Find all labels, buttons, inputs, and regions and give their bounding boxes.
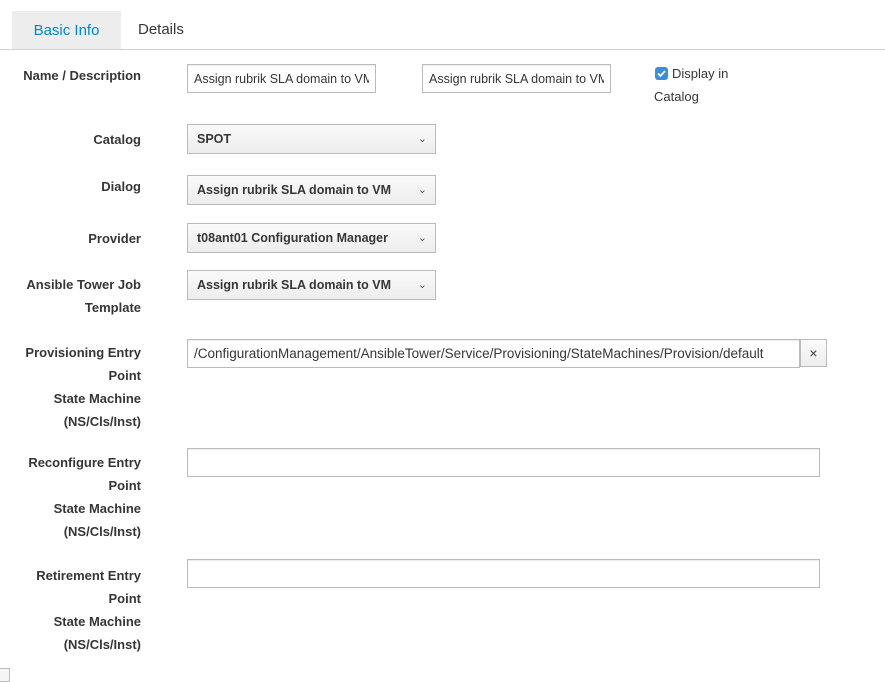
provider-select-value: t08ant01 Configuration Manager (197, 231, 388, 245)
provisioning-entry-label-line: (NS/Cls/Inst) (63, 414, 141, 429)
provider-label: Provider (88, 231, 141, 246)
retirement-entry-label-line: State Machine (53, 614, 141, 629)
job-template-label-line2: Template (84, 300, 141, 315)
retirement-entry-label-line: Point (108, 591, 142, 606)
catalog-select[interactable]: SPOT ⌄ (187, 124, 436, 154)
tab-bar: Basic Info Details (0, 11, 885, 50)
reconfigure-entry-input[interactable] (187, 448, 820, 477)
provisioning-entry-label-line: State Machine (53, 391, 141, 406)
display-in-catalog-label-line2: Catalog (654, 89, 699, 104)
chevron-down-icon: ⌄ (417, 279, 427, 291)
dialog-select-value: Assign rubrik SLA domain to VM (197, 183, 391, 197)
retirement-entry-label-line: Retirement Entry (36, 568, 141, 583)
scroll-corner (0, 668, 10, 682)
display-in-catalog-checkbox[interactable] (655, 67, 668, 80)
catalog-select-value: SPOT (197, 132, 232, 146)
checkmark-icon (657, 70, 666, 78)
name-input[interactable] (187, 64, 376, 93)
reconfigure-entry-label-line: Point (108, 478, 142, 493)
display-in-catalog-label-line1: Display in (672, 66, 729, 81)
job-template-select-value: Assign rubrik SLA domain to VM (197, 278, 391, 292)
tab-basic-info[interactable]: Basic Info (12, 11, 121, 49)
provisioning-entry-label-line: Point (108, 368, 142, 383)
chevron-down-icon: ⌄ (417, 184, 427, 196)
reconfigure-entry-label-line: Reconfigure Entry (28, 455, 141, 470)
dialog-label: Dialog (101, 179, 141, 194)
reconfigure-entry-label-line: State Machine (53, 501, 141, 516)
chevron-down-icon: ⌄ (417, 232, 427, 244)
display-in-catalog-label: Display in (672, 63, 728, 84)
job-template-label-line1: Ansible Tower Job (26, 277, 141, 292)
dialog-select[interactable]: Assign rubrik SLA domain to VM ⌄ (187, 175, 436, 205)
chevron-down-icon: ⌄ (417, 133, 427, 145)
provisioning-entry-label-line: Provisioning Entry (25, 345, 141, 360)
provider-select[interactable]: t08ant01 Configuration Manager ⌄ (187, 223, 436, 253)
job-template-label: Ansible Tower Job Template (1, 273, 141, 319)
retirement-entry-label: Retirement Entry Point State Machine (NS… (1, 564, 141, 656)
name-description-label: Name / Description (23, 68, 141, 83)
provisioning-entry-input[interactable] (187, 339, 800, 368)
catalog-label: Catalog (93, 132, 141, 147)
reconfigure-entry-label-line: (NS/Cls/Inst) (63, 524, 141, 539)
tab-details[interactable]: Details (124, 11, 198, 49)
clear-icon[interactable]: × (800, 339, 827, 367)
description-input[interactable] (422, 64, 611, 93)
reconfigure-entry-label: Reconfigure Entry Point State Machine (N… (1, 451, 141, 543)
job-template-select[interactable]: Assign rubrik SLA domain to VM ⌄ (187, 270, 436, 300)
retirement-entry-label-line: (NS/Cls/Inst) (63, 637, 141, 652)
provisioning-entry-label: Provisioning Entry Point State Machine (… (1, 341, 141, 433)
retirement-entry-input[interactable] (187, 559, 820, 588)
